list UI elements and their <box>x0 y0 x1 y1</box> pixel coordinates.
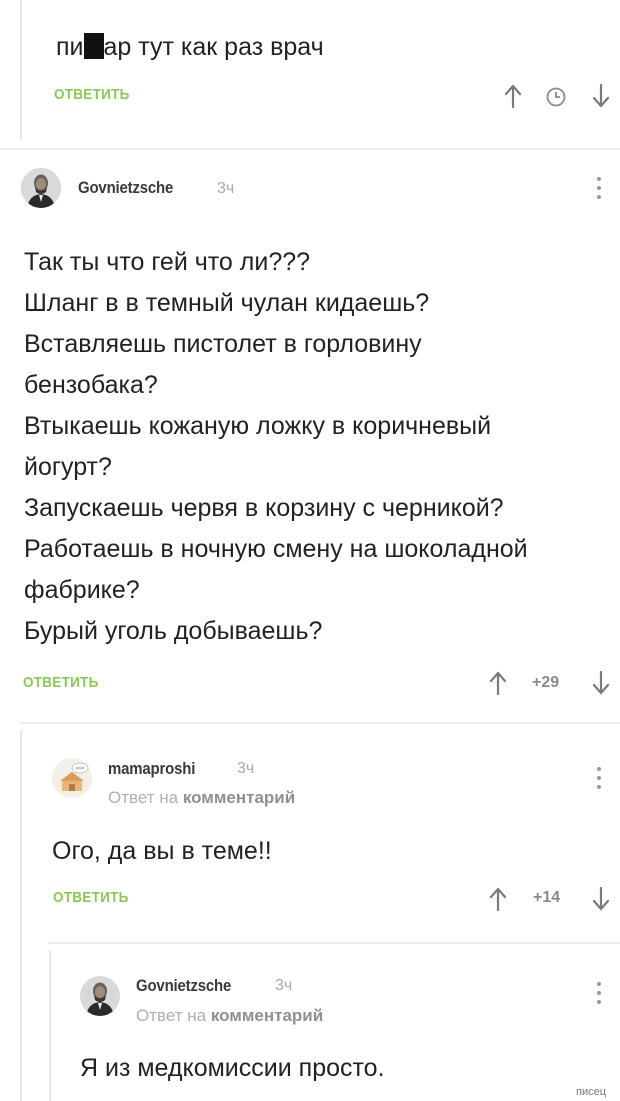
avatar[interactable] <box>21 168 61 208</box>
comment-line: Так ты что гей что ли??? <box>24 248 311 276</box>
username[interactable]: Govnietzsche <box>136 976 231 996</box>
username[interactable]: mamaproshi <box>108 759 195 779</box>
comment-line: Вставляешь пистолет в горловину <box>24 330 422 358</box>
username[interactable]: Govnietzsche <box>78 178 173 198</box>
censor-block <box>83 33 104 59</box>
rating-score: +29 <box>532 674 560 691</box>
comment-line: йогурт? <box>24 453 112 481</box>
thread-line <box>20 730 22 1101</box>
comment-line: Втыкаешь кожаную ложку в коричневый <box>24 412 492 440</box>
more-options-icon[interactable] <box>596 175 602 201</box>
reply-to-link[interactable]: комментарий <box>183 788 295 807</box>
thread-line <box>20 0 22 140</box>
downvote-arrow-icon[interactable] <box>590 886 612 912</box>
reply-button[interactable]: ОТВЕТИТЬ <box>53 889 129 906</box>
upvote-arrow-icon[interactable] <box>487 670 509 696</box>
comment-separator <box>20 722 620 724</box>
timestamp: 3ч <box>275 977 293 994</box>
avatar-image <box>21 168 61 208</box>
thread-line <box>49 950 51 1101</box>
comment-line: Работаешь в ночную смену на шоколадной <box>24 535 528 563</box>
timestamp: 3ч <box>217 180 235 197</box>
comment-body: Так ты что гей что ли??? Шланг в в темны… <box>24 242 528 652</box>
comment-line: фабрике? <box>24 576 140 604</box>
upvote-arrow-icon[interactable] <box>487 886 509 912</box>
reply-button[interactable]: ОТВЕТИТЬ <box>23 674 99 691</box>
watermark: писец <box>576 1086 607 1098</box>
avatar-image <box>80 976 120 1016</box>
reply-to-label: Ответ на комментарий <box>136 1006 324 1025</box>
timestamp: 3ч <box>237 760 255 777</box>
comment-text: Ого, да вы в теме!! <box>52 837 272 865</box>
reply-to-label: Ответ на комментарий <box>108 788 296 807</box>
comment-line: Бурый уголь добываешь? <box>24 617 323 645</box>
comment-line: бензобака? <box>24 371 158 399</box>
more-options-icon[interactable] <box>596 765 602 791</box>
comment-line: Запускаешь червя в корзину с черникой? <box>24 494 504 522</box>
rating-score: +14 <box>533 889 561 906</box>
downvote-arrow-icon[interactable] <box>590 83 612 109</box>
avatar[interactable] <box>80 976 120 1016</box>
reply-button[interactable]: ОТВЕТИТЬ <box>54 86 130 103</box>
downvote-arrow-icon[interactable] <box>590 670 612 696</box>
clock-icon <box>546 87 566 107</box>
comment-text: пи ар тут как раз врач <box>56 33 324 61</box>
comment-text: Я из медкомиссии просто. <box>80 1054 385 1082</box>
comment-separator <box>49 942 620 944</box>
upvote-arrow-icon[interactable] <box>502 83 524 109</box>
avatar[interactable] <box>52 758 92 798</box>
avatar-image <box>52 758 92 798</box>
comment-separator <box>0 148 620 150</box>
more-options-icon[interactable] <box>596 980 602 1006</box>
comment-line: Шланг в в темный чулан кидаешь? <box>24 289 430 317</box>
reply-to-link[interactable]: комментарий <box>211 1006 323 1025</box>
